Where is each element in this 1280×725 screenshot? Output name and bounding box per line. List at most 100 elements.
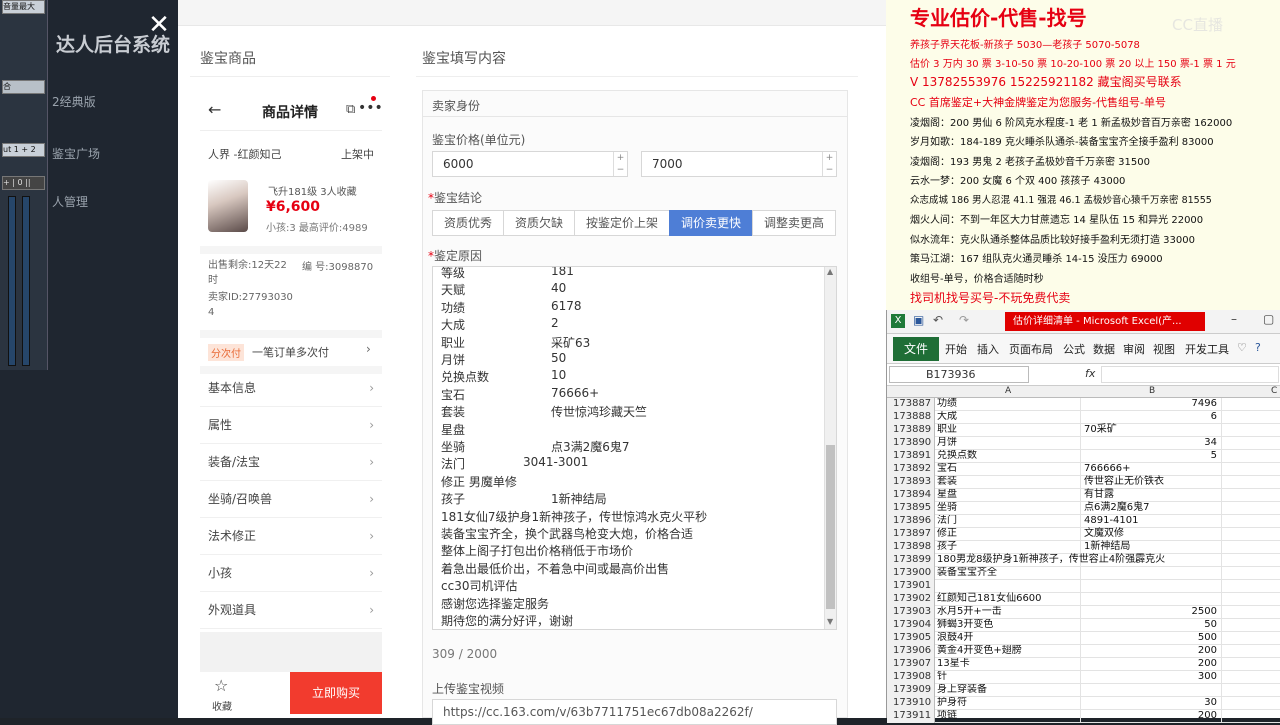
cell-a[interactable]: 职业 bbox=[937, 424, 1081, 437]
cell-a[interactable]: 180男龙8级护身1新神孩子，传世容止4阶强霹克火 bbox=[937, 554, 1165, 567]
scroll-down-icon[interactable]: ▼ bbox=[827, 617, 833, 626]
row-number[interactable]: 173890 bbox=[887, 437, 935, 450]
col-header[interactable]: B bbox=[1149, 386, 1155, 396]
row-number[interactable]: 173891 bbox=[887, 450, 935, 463]
conclusion-option[interactable]: 按鉴定价上架 bbox=[574, 210, 670, 236]
cell-b[interactable]: 30 bbox=[1082, 697, 1222, 710]
cell-b[interactable]: 200 bbox=[1082, 658, 1222, 671]
cell-a[interactable]: 月饼 bbox=[937, 437, 1081, 450]
cell-b[interactable]: 500 bbox=[1082, 632, 1222, 645]
ribbon-tab[interactable]: 开始 bbox=[945, 341, 967, 357]
conclusion-option[interactable]: 资质欠缺 bbox=[503, 210, 575, 236]
share-icon[interactable]: ⧉ bbox=[346, 102, 355, 117]
cell-a[interactable]: 兑换点数 bbox=[937, 450, 1081, 463]
cell-a[interactable]: 功绩 bbox=[937, 398, 1081, 411]
scroll-up-icon[interactable]: ▲ bbox=[827, 267, 833, 276]
cell-b[interactable]: 300 bbox=[1082, 671, 1222, 684]
row-number[interactable]: 173905 bbox=[887, 632, 935, 645]
table-row[interactable]: 173887 功绩 7496 bbox=[887, 398, 1280, 411]
row-number[interactable]: 173893 bbox=[887, 476, 935, 489]
cell-a[interactable]: 套装 bbox=[937, 476, 1081, 489]
cell-b[interactable] bbox=[1082, 684, 1222, 697]
cell-a[interactable]: 黄金4开变色+翅膀 bbox=[937, 645, 1081, 658]
minimize-icon[interactable]: – bbox=[1231, 312, 1237, 326]
file-tab[interactable]: 文件 bbox=[893, 337, 939, 361]
nav-item[interactable]: 2经典版 bbox=[52, 93, 96, 110]
scrollbar[interactable]: ▲ ▼ bbox=[824, 267, 836, 629]
menu-attributes[interactable]: 属性 › bbox=[200, 407, 382, 444]
cell-a[interactable]: 宝石 bbox=[937, 463, 1081, 476]
row-number[interactable]: 173910 bbox=[887, 697, 935, 710]
fav-area[interactable]: ☆ 收藏 bbox=[200, 672, 290, 718]
cell-a[interactable]: 坐骑 bbox=[937, 502, 1081, 515]
table-row[interactable]: 173902 红颜知己181女仙6600 bbox=[887, 593, 1280, 606]
nav-item[interactable]: 鉴宝广场 bbox=[52, 145, 100, 162]
row-number[interactable]: 173907 bbox=[887, 658, 935, 671]
cell-b[interactable]: 200 bbox=[1082, 645, 1222, 658]
row-number[interactable]: 173894 bbox=[887, 489, 935, 502]
cell-b[interactable]: 200 bbox=[1082, 710, 1222, 723]
table-row[interactable]: 173895 坐骑 点6满2魔6鬼7 bbox=[887, 502, 1280, 515]
help-icon[interactable]: ? bbox=[1255, 341, 1261, 354]
cell-a[interactable]: 护身符 bbox=[937, 697, 1081, 710]
ribbon-tab[interactable]: 数据 bbox=[1093, 341, 1115, 357]
cell-b[interactable] bbox=[1082, 580, 1222, 593]
more-icon[interactable]: ••• bbox=[358, 100, 383, 116]
row-number[interactable]: 173899 bbox=[887, 554, 935, 567]
conclusion-option[interactable]: 资质优秀 bbox=[432, 210, 504, 236]
cell-a[interactable]: 针 bbox=[937, 671, 1081, 684]
row-number[interactable]: 173903 bbox=[887, 606, 935, 619]
menu-children[interactable]: 小孩 › bbox=[200, 555, 382, 592]
cell-a[interactable]: 装备宝宝齐全 bbox=[937, 567, 1081, 580]
table-row[interactable]: 173906 黄金4开变色+翅膀 200 bbox=[887, 645, 1280, 658]
cell-b[interactable]: 文魔双修 bbox=[1082, 528, 1222, 541]
reason-textarea[interactable]: 等级 181 天赋 40 功绩 6178 大成 2 职业 采矿63 月饼 50 兑换点数 10 宝石 7666… bbox=[432, 266, 837, 630]
table-row[interactable]: 173911 项链 200 bbox=[887, 710, 1280, 723]
price-max-input[interactable]: 7000 + − bbox=[641, 151, 837, 177]
cell-a[interactable]: 法门 bbox=[937, 515, 1081, 528]
cell-a[interactable]: 红颜知己181女仙6600 bbox=[937, 593, 1081, 606]
table-row[interactable]: 173899 180男龙8级护身1新神孩子，传世容止4阶强霹克火 bbox=[887, 554, 1280, 567]
cell-b[interactable]: 5 bbox=[1082, 450, 1222, 463]
table-row[interactable]: 173901 bbox=[887, 580, 1280, 593]
mixer-control[interactable]: + | 0 || bbox=[2, 176, 45, 190]
cell-b[interactable]: 766666+ bbox=[1082, 463, 1222, 476]
close-icon[interactable]: ✕ bbox=[146, 12, 172, 38]
cell-b[interactable]: 7496 bbox=[1082, 398, 1222, 411]
cell-b[interactable]: 传世容止无价铁衣 bbox=[1082, 476, 1222, 489]
table-row[interactable]: 173896 法门 4891-4101 bbox=[887, 515, 1280, 528]
table-row[interactable]: 173897 修正 文魔双修 bbox=[887, 528, 1280, 541]
table-row[interactable]: 173900 装备宝宝齐全 bbox=[887, 567, 1280, 580]
table-row[interactable]: 173910 护身符 30 bbox=[887, 697, 1280, 710]
cell-b[interactable]: 50 bbox=[1082, 619, 1222, 632]
cell-a[interactable]: 身上穿装备 bbox=[937, 684, 1081, 697]
cell-b[interactable]: 2500 bbox=[1082, 606, 1222, 619]
table-row[interactable]: 173890 月饼 34 bbox=[887, 437, 1280, 450]
row-number[interactable]: 173897 bbox=[887, 528, 935, 541]
row-number[interactable]: 173900 bbox=[887, 567, 935, 580]
table-row[interactable]: 173898 孩子 1新神结局 bbox=[887, 541, 1280, 554]
row-number[interactable]: 173908 bbox=[887, 671, 935, 684]
cell-b[interactable]: 34 bbox=[1082, 437, 1222, 450]
maximize-icon[interactable]: ▢ bbox=[1263, 312, 1274, 326]
cell-a[interactable]: 孩子 bbox=[937, 541, 1081, 554]
scroll-thumb[interactable] bbox=[826, 445, 835, 609]
row-number[interactable]: 173898 bbox=[887, 541, 935, 554]
table-row[interactable]: 173889 职业 70采矿 bbox=[887, 424, 1280, 437]
table-row[interactable]: 173903 水月5开+一击 2500 bbox=[887, 606, 1280, 619]
cell-a[interactable]: 浪鼓4开 bbox=[937, 632, 1081, 645]
back-arrow-icon[interactable]: ← bbox=[208, 100, 221, 119]
stepper-icon[interactable]: + − bbox=[613, 152, 627, 176]
row-number[interactable]: 173904 bbox=[887, 619, 935, 632]
save-icon[interactable]: ▣ bbox=[913, 313, 924, 327]
table-row[interactable]: 173905 浪鼓4开 500 bbox=[887, 632, 1280, 645]
price-min-input[interactable]: 6000 + − bbox=[432, 151, 628, 177]
cell-a[interactable]: 星盘 bbox=[937, 489, 1081, 502]
mixer-channel[interactable]: 合 bbox=[2, 80, 45, 94]
row-number[interactable]: 173896 bbox=[887, 515, 935, 528]
cell-b[interactable]: 70采矿 bbox=[1082, 424, 1222, 437]
cell-b[interactable] bbox=[1082, 567, 1222, 580]
ribbon-tab[interactable]: 开发工具 bbox=[1185, 341, 1229, 357]
table-row[interactable]: 173888 大成 6 bbox=[887, 411, 1280, 424]
cell-b[interactable]: 4891-4101 bbox=[1082, 515, 1222, 528]
